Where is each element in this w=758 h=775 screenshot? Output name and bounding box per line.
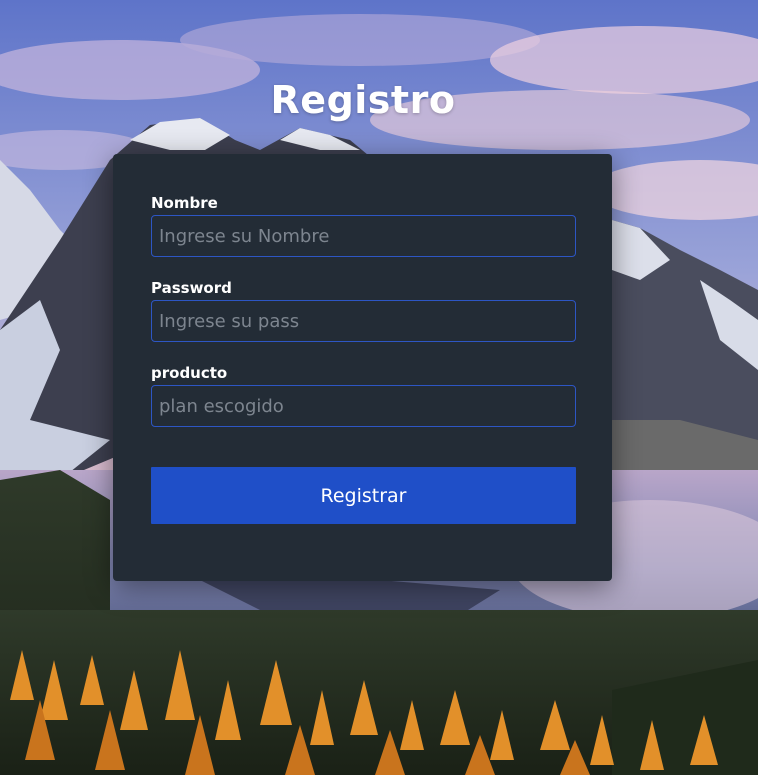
password-input[interactable] xyxy=(151,300,576,342)
registration-form-card: Nombre Password producto Registrar xyxy=(113,154,612,581)
name-label: Nombre xyxy=(151,194,218,212)
product-input[interactable] xyxy=(151,385,576,427)
name-input[interactable] xyxy=(151,215,576,257)
product-label: producto xyxy=(151,364,228,382)
page-title: Registro xyxy=(270,78,456,122)
register-button[interactable]: Registrar xyxy=(151,467,576,524)
password-label: Password xyxy=(151,279,232,297)
